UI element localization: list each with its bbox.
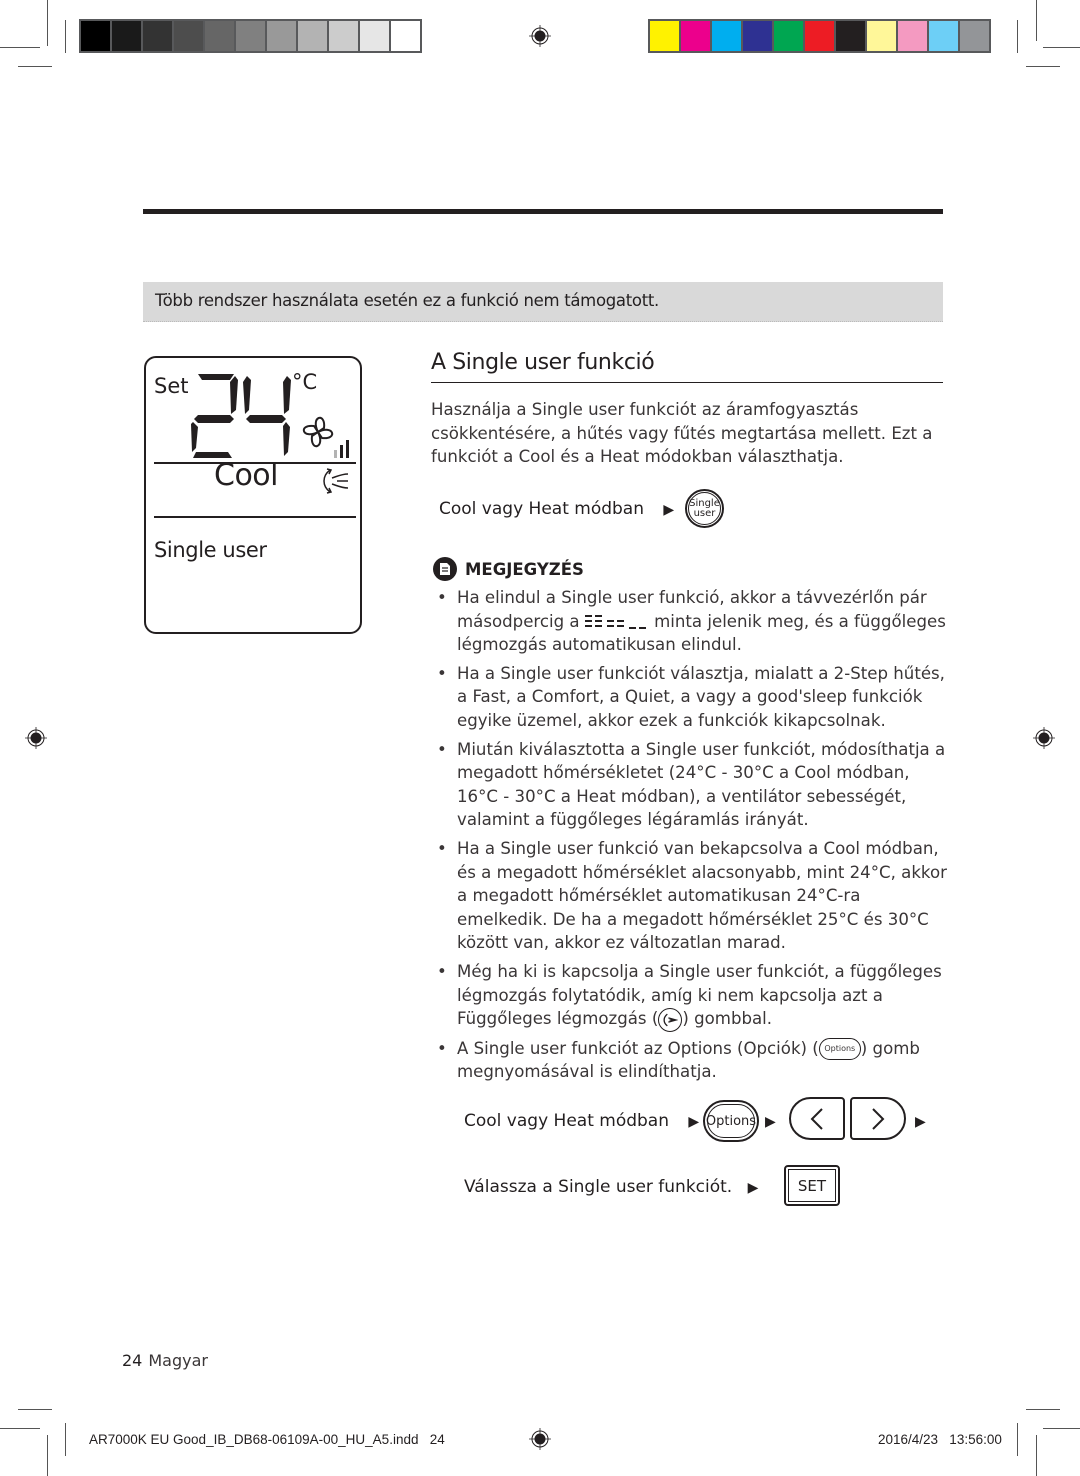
swing-pattern-icon — [584, 615, 646, 630]
single-user-button[interactable]: Single user — [685, 489, 724, 528]
gray-swatch — [143, 21, 172, 51]
gray-swatch — [267, 21, 296, 51]
intro-paragraph: Használja a Single user funkciót az áram… — [431, 400, 933, 466]
lcd-set-label: Set — [154, 374, 189, 398]
vertical-airflow-button-icon — [658, 1007, 683, 1032]
color-swatch — [681, 21, 710, 51]
note-item: Miután kiválasztotta a Single user funkc… — [437, 738, 947, 832]
note-list: Ha elindul a Single user funkció, akkor … — [437, 586, 947, 1089]
lcd-unit: °C — [292, 370, 318, 394]
arrow-icon: ▶ — [747, 1180, 759, 1196]
gray-swatch — [81, 21, 110, 51]
color-swatch — [929, 21, 958, 51]
chevron-right-icon — [872, 1107, 885, 1130]
remote-lcd-display: Set °C Cool Single user — [144, 356, 362, 634]
gray-swatch — [329, 21, 358, 51]
color-swatch — [898, 21, 927, 51]
set-button[interactable]: SET — [784, 1165, 840, 1206]
page-number: 24 — [122, 1351, 143, 1370]
chevron-left-icon — [810, 1107, 823, 1130]
options-button-icon: Options — [818, 1038, 861, 1061]
color-swatch — [960, 21, 989, 51]
arrow-icon: ▶ — [765, 1114, 776, 1130]
lcd-function: Single user — [154, 538, 267, 562]
arrow-icon: ▶ — [663, 502, 675, 518]
note-item: A Single user funkciót az Options (Opció… — [437, 1037, 947, 1084]
registration-mark-icon — [25, 727, 47, 749]
gray-swatch — [298, 21, 327, 51]
section-top-rule — [143, 209, 943, 214]
gray-swatch — [391, 21, 420, 51]
note-item: Ha a Single user funkció van bekapcsolva… — [437, 837, 947, 955]
note-heading-text: MEGJEGYZÉS — [465, 559, 584, 579]
options-button-label: Options — [705, 1113, 757, 1129]
registration-mark-icon — [529, 1428, 551, 1450]
options-small-label: Options — [824, 1044, 856, 1054]
color-swatch — [743, 21, 772, 51]
registration-mark-icon — [1033, 727, 1055, 749]
slug-timestamp: 2016/4/23 13:56:00 — [878, 1432, 1002, 1447]
footer-language: Magyar — [148, 1351, 208, 1370]
color-swatch — [650, 21, 679, 51]
step-label: Cool vagy Heat módban — [439, 499, 644, 519]
procedure-step-2: Válassza a Single user funkciót. ▶ — [464, 1177, 758, 1197]
section-title: A Single user funkció — [431, 350, 655, 375]
options-button[interactable]: Options — [703, 1100, 759, 1142]
gray-swatch — [205, 21, 234, 51]
gray-swatch — [360, 21, 389, 51]
vertical-airflow-icon — [323, 468, 349, 494]
note-item: Még ha ki is kapcsolja a Single user fun… — [437, 960, 947, 1032]
note-text: A Single user funkciót az Options (Opció… — [457, 1038, 819, 1058]
gray-swatch — [236, 21, 265, 51]
lcd-mode: Cool — [214, 458, 279, 493]
note-item: Ha a Single user funkciót választja, mia… — [437, 662, 947, 733]
note-item: Ha elindul a Single user funkció, akkor … — [437, 586, 947, 657]
registration-mark-icon — [529, 25, 551, 47]
slug-filename: AR7000K EU Good_IB_DB68-06109A-00_HU_A5.… — [89, 1432, 445, 1447]
fan-speed-icon — [303, 417, 349, 458]
gray-swatch — [174, 21, 203, 51]
lcd-divider — [154, 516, 356, 518]
color-swatch — [836, 21, 865, 51]
color-swatch — [867, 21, 896, 51]
left-button[interactable] — [789, 1097, 845, 1140]
arrow-icon: ▶ — [915, 1114, 926, 1130]
note-text: ) gombbal. — [682, 1009, 773, 1029]
step-label: Cool vagy Heat módban — [464, 1111, 669, 1131]
color-swatch — [774, 21, 803, 51]
step-label: Válassza a Single user funkciót. — [464, 1177, 733, 1197]
color-swatch — [712, 21, 741, 51]
step-cool-heat-mode: Cool vagy Heat módban ▶ — [439, 499, 674, 519]
grayscale-bar — [79, 19, 422, 53]
note-icon — [433, 557, 457, 581]
notice-box: Több rendszer használata esetén ez a fun… — [143, 282, 943, 322]
color-swatch — [805, 21, 834, 51]
set-button-label: SET — [797, 1176, 827, 1195]
color-bar — [648, 19, 991, 53]
lcd-temperature-digits — [191, 374, 291, 458]
arrow-icon: ▶ — [688, 1114, 700, 1130]
single-user-button-label: user — [693, 507, 716, 519]
title-rule — [431, 382, 943, 383]
notice-text: Több rendszer használata esetén ez a fun… — [155, 291, 659, 310]
note-heading: MEGJEGYZÉS — [433, 557, 584, 581]
right-button[interactable] — [850, 1097, 906, 1140]
page-footer: 24 Magyar — [122, 1351, 208, 1370]
procedure-step-1: Cool vagy Heat módban ▶ — [464, 1111, 699, 1131]
gray-swatch — [112, 21, 141, 51]
